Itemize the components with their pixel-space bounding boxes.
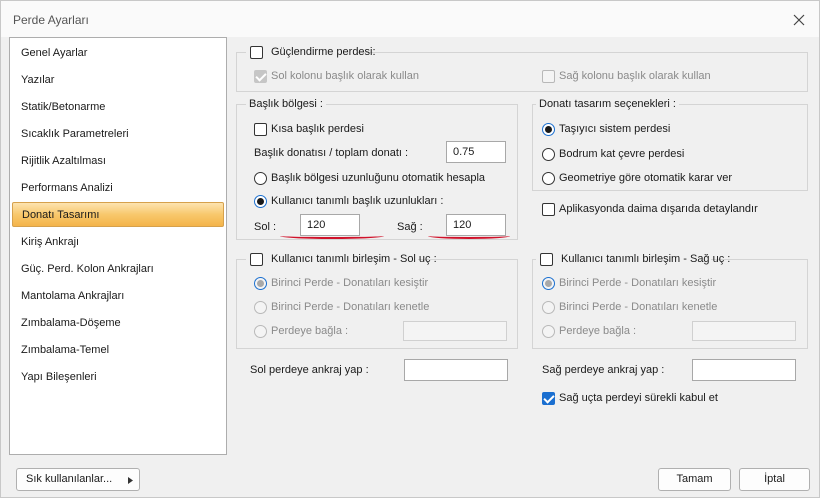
- sidebar-item-punching-slab[interactable]: Zımbalama-Döşeme: [12, 311, 224, 336]
- design-option-structural-radio[interactable]: [542, 123, 555, 136]
- right-joint-lap-radio[interactable]: [542, 301, 555, 314]
- triangle-right-icon: [128, 477, 133, 484]
- ok-button[interactable]: Tamam: [658, 468, 731, 491]
- sidebar-item-temperature[interactable]: Sıcaklık Parametreleri: [12, 122, 224, 147]
- design-option-basement-radio[interactable]: [542, 148, 555, 161]
- header-region-legend: Başlık bölgesi :: [246, 98, 326, 110]
- design-options-legend: Donatı tasarım seçenekleri :: [536, 98, 679, 110]
- settings-category-list: Genel Ayarlar Yazılar Statik/Betonarme S…: [9, 37, 227, 455]
- dialog-window: Perde Ayarları Genel Ayarlar Yazılar Sta…: [0, 0, 820, 498]
- short-header-label: Kısa başlık perdesi: [271, 123, 364, 135]
- right-anchorage-input[interactable]: [692, 359, 796, 381]
- left-joint-wall-input[interactable]: [403, 321, 507, 341]
- close-button[interactable]: [787, 9, 811, 31]
- left-joint-lap-radio[interactable]: [254, 301, 267, 314]
- left-joint-wall-label: Perdeye bağla :: [271, 325, 349, 337]
- right-joint-label: Kullanıcı tanımlı birleşim - Sağ uç :: [561, 253, 731, 265]
- right-joint-wall-label: Perdeye bağla :: [559, 325, 637, 337]
- favorites-button[interactable]: Sık kullanılanlar...: [16, 468, 140, 491]
- ratio-label: Başlık donatısı / toplam donatı :: [254, 147, 409, 159]
- short-header-checkbox[interactable]: [254, 123, 267, 136]
- right-joint-intersect-radio[interactable]: [542, 277, 555, 290]
- design-option-auto-radio[interactable]: [542, 172, 555, 185]
- title-bar: Perde Ayarları: [1, 1, 819, 37]
- left-joint-intersect-label: Birinci Perde - Donatıları kesiştir: [271, 277, 429, 289]
- detail-outside-label: Aplikasyonda daima dışarıda detaylandır: [559, 203, 758, 215]
- sidebar-item-texts[interactable]: Yazılar: [12, 68, 224, 93]
- right-end-continuous-checkbox[interactable]: [542, 392, 555, 405]
- right-joint-intersect-label: Birinci Perde - Donatıları kesiştir: [559, 277, 717, 289]
- strengthening-legend: Güçlendirme perdesi:: [246, 45, 376, 61]
- annotation-underline-right: [428, 233, 510, 239]
- sidebar-item-punching-foundation[interactable]: Zımbalama-Temel: [12, 338, 224, 363]
- left-joint-legend: Kullanıcı tanımlı birleşim - Sol uç :: [246, 252, 437, 268]
- left-joint-lap-label: Birinci Perde - Donatıları kenetle: [271, 301, 430, 313]
- sidebar-item-performance[interactable]: Performans Analizi: [12, 176, 224, 201]
- strengthening-checkbox[interactable]: [250, 46, 263, 59]
- sidebar-item-building-components[interactable]: Yapı Bileşenleri: [12, 365, 224, 390]
- user-defined-label: Kullanıcı tanımlı başlık uzunlukları :: [271, 195, 444, 207]
- sidebar-item-jacketing[interactable]: Mantolama Ankrajları: [12, 284, 224, 309]
- design-option-auto-label: Geometriye göre otomatik karar ver: [559, 172, 733, 184]
- sidebar-item-general[interactable]: Genel Ayarlar: [12, 41, 224, 66]
- left-joint-checkbox[interactable]: [250, 253, 263, 266]
- left-length-label: Sol :: [254, 221, 277, 233]
- right-joint-checkbox[interactable]: [540, 253, 553, 266]
- left-column-header-label: Sol kolonu başlık olarak kullan: [271, 70, 419, 82]
- right-anchorage-label: Sağ perdeye ankraj yap :: [542, 364, 665, 376]
- right-column-header-checkbox[interactable]: [542, 70, 555, 83]
- favorites-label: Sık kullanılanlar...: [26, 473, 113, 485]
- sidebar-item-stiffness[interactable]: Rijitlik Azaltılması: [12, 149, 224, 174]
- left-anchorage-label: Sol perdeye ankraj yap :: [250, 364, 369, 376]
- design-option-structural-label: Taşıyıcı sistem perdesi: [559, 123, 671, 135]
- window-title: Perde Ayarları: [13, 13, 89, 27]
- right-length-label: Sağ :: [397, 221, 423, 233]
- right-joint-wall-radio[interactable]: [542, 325, 555, 338]
- left-column-header-checkbox[interactable]: [254, 70, 267, 83]
- left-anchorage-input[interactable]: [404, 359, 508, 381]
- user-defined-radio[interactable]: [254, 195, 267, 208]
- right-column-header-label: Sağ kolonu başlık olarak kullan: [559, 70, 711, 82]
- detail-outside-checkbox[interactable]: [542, 203, 555, 216]
- auto-calc-label: Başlık bölgesi uzunluğunu otomatik hesap…: [271, 172, 486, 184]
- left-joint-label: Kullanıcı tanımlı birleşim - Sol uç :: [271, 253, 437, 265]
- right-joint-legend: Kullanıcı tanımlı birleşim - Sağ uç :: [536, 252, 730, 268]
- sidebar-item-column-anchorage[interactable]: Güç. Perd. Kolon Ankrajları: [12, 257, 224, 282]
- left-joint-wall-radio[interactable]: [254, 325, 267, 338]
- settings-panel: Güçlendirme perdesi: Sol kolonu başlık o…: [228, 37, 819, 455]
- right-joint-wall-input[interactable]: [692, 321, 796, 341]
- right-joint-lap-label: Birinci Perde - Donatıları kenetle: [559, 301, 718, 313]
- left-joint-intersect-radio[interactable]: [254, 277, 267, 290]
- cancel-button[interactable]: İptal: [739, 468, 810, 491]
- right-end-continuous-label: Sağ uçta perdeyi sürekli kabul et: [559, 392, 718, 404]
- annotation-underline-left: [280, 233, 384, 239]
- design-option-basement-label: Bodrum kat çevre perdesi: [559, 148, 685, 160]
- sidebar-item-beam-anchorage[interactable]: Kiriş Ankrajı: [12, 230, 224, 255]
- sidebar-item-static-concrete[interactable]: Statik/Betonarme: [12, 95, 224, 120]
- ratio-input[interactable]: 0.75: [446, 141, 506, 163]
- close-icon: [793, 14, 805, 26]
- strengthening-label: Güçlendirme perdesi:: [271, 46, 376, 58]
- auto-calc-radio[interactable]: [254, 172, 267, 185]
- sidebar-item-reinforcement-design[interactable]: Donatı Tasarımı: [12, 202, 224, 227]
